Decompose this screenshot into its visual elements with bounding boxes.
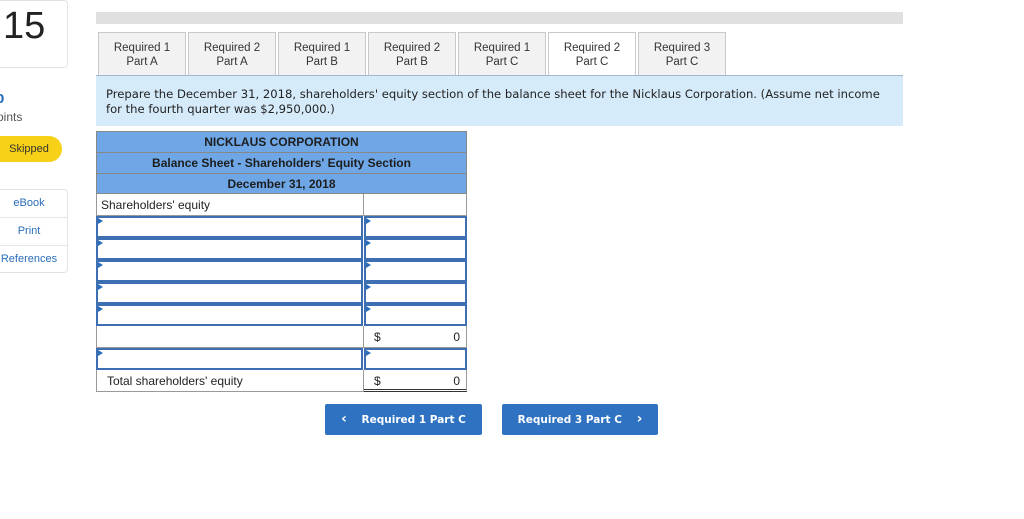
tab-label-line2: Part B (306, 56, 338, 68)
balance-sheet: NICKLAUS CORPORATION Balance Sheet - Sha… (96, 131, 467, 392)
resource-links: eBook Print References (0, 189, 68, 273)
table-row (96, 304, 467, 326)
section-label: Shareholders' equity (101, 198, 211, 212)
tab-required-2-part-b[interactable]: Required 2 Part B (368, 32, 456, 75)
prev-button-label: Required 1 Part C (361, 414, 466, 426)
question-number: 15 (3, 5, 46, 47)
table-row (96, 238, 467, 260)
tab-required-2-part-a[interactable]: Required 2 Part A (188, 32, 276, 75)
tab-label-line2: Part C (485, 56, 519, 68)
tab-label-line2: Part A (126, 56, 158, 68)
tab-label-line2: Part A (216, 56, 248, 68)
top-bar (96, 12, 903, 24)
table-row (96, 348, 467, 370)
chevron-right-icon: › (636, 411, 643, 427)
tab-label-line1: Required 2 (203, 42, 261, 54)
statement-title: Balance Sheet - Shareholders' Equity Sec… (96, 152, 467, 173)
question-number-card: 15 (0, 0, 68, 68)
chevron-left-icon: ‹ (341, 411, 347, 427)
tab-required-3-part-c[interactable]: Required 3 Part C (638, 32, 726, 75)
instructions-text: Prepare the December 31, 2018, sharehold… (106, 87, 880, 116)
tab-label-line1: Required 3 (653, 42, 711, 54)
account-select[interactable] (96, 282, 363, 304)
account-select[interactable] (96, 238, 363, 260)
subtotal-amount: 0 (453, 330, 460, 344)
total-amount: 0 (453, 374, 460, 388)
tab-label-line1: Required 1 (113, 42, 171, 54)
total-label-cell: Total shareholders' equity (96, 370, 364, 392)
points-label: oints (0, 110, 23, 124)
next-button[interactable]: Required 3 Part C › (502, 404, 658, 435)
account-select[interactable] (96, 348, 363, 370)
references-link[interactable]: References (0, 246, 67, 272)
section-amount-cell (364, 194, 467, 216)
tab-label-line1: Required 1 (293, 42, 351, 54)
next-button-label: Required 3 Part C (517, 414, 622, 426)
subtotal-row: $ 0 (96, 326, 467, 348)
account-select[interactable] (96, 260, 363, 282)
section-label-cell: Shareholders' equity (96, 194, 364, 216)
amount-input[interactable] (364, 238, 467, 260)
table-row (96, 216, 467, 238)
tab-label-line2: Part C (575, 56, 609, 68)
amount-input[interactable] (364, 304, 467, 326)
amount-input[interactable] (364, 282, 467, 304)
ebook-link[interactable]: eBook (0, 190, 67, 218)
amount-input[interactable] (364, 216, 467, 238)
subtotal-amount-cell: $ 0 (364, 326, 467, 348)
status-badge: Skipped (0, 136, 62, 162)
amount-input[interactable] (364, 260, 467, 282)
table-row (96, 260, 467, 282)
tab-label-line2: Part B (396, 56, 428, 68)
tab-label-line1: Required 2 (563, 42, 621, 54)
tab-label-line1: Required 2 (383, 42, 441, 54)
section-header-row: Shareholders' equity (96, 194, 467, 216)
tab-strip: Required 1 Part A Required 2 Part A Requir… (98, 32, 728, 77)
amount-input[interactable] (364, 348, 467, 370)
print-link[interactable]: Print (0, 218, 67, 246)
currency-symbol: $ (374, 374, 381, 388)
instructions-panel: Prepare the December 31, 2018, sharehold… (96, 76, 903, 126)
total-label: Total shareholders' equity (107, 374, 243, 388)
tab-label-line2: Part C (665, 56, 699, 68)
prev-button[interactable]: ‹ Required 1 Part C (325, 404, 482, 435)
tab-label-line1: Required 1 (473, 42, 531, 54)
points-value: 0 (0, 92, 5, 106)
account-select[interactable] (96, 216, 363, 238)
tab-required-2-part-c[interactable]: Required 2 Part C (548, 32, 636, 77)
total-row: Total shareholders' equity $ 0 (96, 370, 467, 392)
tab-required-1-part-b[interactable]: Required 1 Part B (278, 32, 366, 75)
subtotal-label-cell (96, 326, 364, 348)
tab-required-1-part-a[interactable]: Required 1 Part A (98, 32, 186, 75)
statement-date: December 31, 2018 (96, 173, 467, 194)
account-select[interactable] (96, 304, 363, 326)
table-row (96, 282, 467, 304)
total-amount-cell: $ 0 (364, 370, 467, 392)
tab-required-1-part-c[interactable]: Required 1 Part C (458, 32, 546, 75)
company-name: NICKLAUS CORPORATION (96, 131, 467, 152)
currency-symbol: $ (374, 330, 381, 344)
